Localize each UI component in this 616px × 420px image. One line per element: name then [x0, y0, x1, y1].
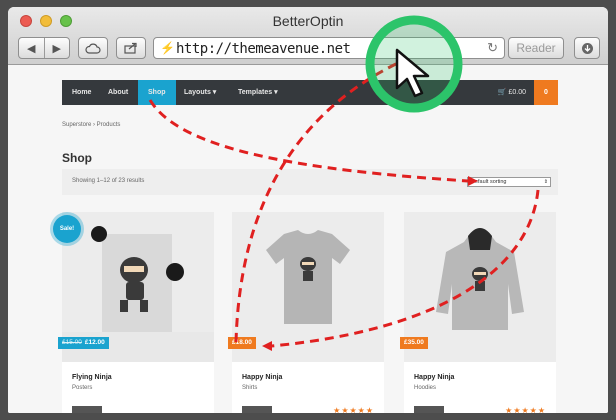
price: £12.00 — [84, 339, 105, 346]
nav-templates[interactable]: Templates ▾ — [228, 80, 288, 105]
page-title: Shop — [62, 151, 92, 165]
nav-templates-label: Templates — [238, 89, 273, 96]
share-icon — [124, 42, 137, 54]
nav-shop[interactable]: Shop — [138, 80, 176, 105]
sort-select-value: Default sorting — [471, 179, 507, 185]
downloads-button[interactable] — [574, 37, 600, 59]
price-tag: £18.00 — [228, 337, 256, 349]
product-category[interactable]: Hoodies — [414, 385, 436, 391]
cart-count-badge[interactable]: 0 — [534, 80, 558, 105]
product-name[interactable]: Flying Ninja — [72, 374, 112, 381]
result-count: Showing 1–12 of 23 results — [72, 178, 145, 184]
old-price: £15.00 — [62, 339, 82, 346]
url-text[interactable]: http://themeavenue.net — [176, 41, 351, 57]
back-forward-group: ◀ ▶ — [18, 37, 70, 59]
cart-total: £0.00 — [508, 89, 526, 96]
rating-stars: ★★★★★ — [505, 406, 546, 413]
sort-select[interactable]: Default sorting ⇕ — [467, 177, 551, 187]
chevron-down-icon: ▾ — [274, 89, 278, 96]
product-name[interactable]: Happy Ninja — [242, 374, 282, 381]
share-button[interactable] — [116, 37, 146, 59]
select-arrows-icon: ⇕ — [543, 179, 548, 185]
download-icon — [581, 42, 593, 54]
chevron-down-icon: ▾ — [212, 89, 217, 96]
add-to-cart-button[interactable] — [242, 406, 272, 413]
product-card[interactable]: £18.00 Happy Ninja Shirts ★★★★★ — [228, 212, 384, 413]
product-category[interactable]: Shirts — [242, 385, 257, 391]
site-icon: ⚡ — [160, 41, 175, 55]
reader-button[interactable]: Reader — [508, 37, 564, 59]
title-bar: BetterOptin ◀ ▶ ⚡ http://themeavenue.net… — [8, 7, 608, 65]
product-name[interactable]: Happy Ninja — [414, 374, 454, 381]
price-tag: £15.00 £12.00 — [58, 337, 109, 349]
product-category[interactable]: Posters — [72, 385, 92, 391]
screenshot-frame: BetterOptin ◀ ▶ ⚡ http://themeavenue.net… — [0, 0, 616, 420]
result-bar: Showing 1–12 of 23 results Default sorti… — [62, 169, 558, 195]
nav-layouts[interactable]: Layouts ▾ — [174, 80, 226, 105]
address-bar[interactable]: ⚡ http://themeavenue.net ↻ — [153, 37, 505, 59]
nav-layouts-label: Layouts — [184, 89, 211, 96]
nav-about[interactable]: About — [98, 80, 138, 105]
window-title: BetterOptin — [272, 13, 344, 29]
reload-icon[interactable]: ↻ — [487, 40, 498, 56]
back-arrow-icon[interactable]: ◀ — [19, 42, 44, 55]
browser-window: BetterOptin ◀ ▶ ⚡ http://themeavenue.net… — [8, 7, 608, 413]
add-to-cart-button[interactable] — [72, 406, 102, 413]
price-tag: £35.00 — [400, 337, 428, 349]
icloud-tabs-button[interactable] — [78, 37, 108, 59]
web-page: Home About Shop Layouts ▾ Templates ▾ 🛒 … — [8, 65, 608, 413]
add-to-cart-button[interactable] — [414, 406, 444, 413]
sale-badge: Sale! — [53, 215, 81, 243]
rating-stars: ★★★★★ — [333, 406, 374, 413]
forward-arrow-icon[interactable]: ▶ — [45, 42, 70, 55]
breadcrumb: Superstore › Products — [62, 122, 121, 128]
cart-link[interactable]: 🛒 £0.00 — [498, 80, 526, 105]
cart-icon: 🛒 — [497, 89, 507, 96]
product-card[interactable]: £15.00 £12.00 Flying Ninja Posters — [58, 212, 214, 413]
cloud-icon — [85, 43, 101, 54]
nav-home[interactable]: Home — [62, 80, 101, 105]
product-card[interactable]: £35.00 Happy Ninja Hoodies ★★★★★ — [400, 212, 556, 413]
site-nav: Home About Shop Layouts ▾ Templates ▾ 🛒 … — [62, 80, 558, 105]
